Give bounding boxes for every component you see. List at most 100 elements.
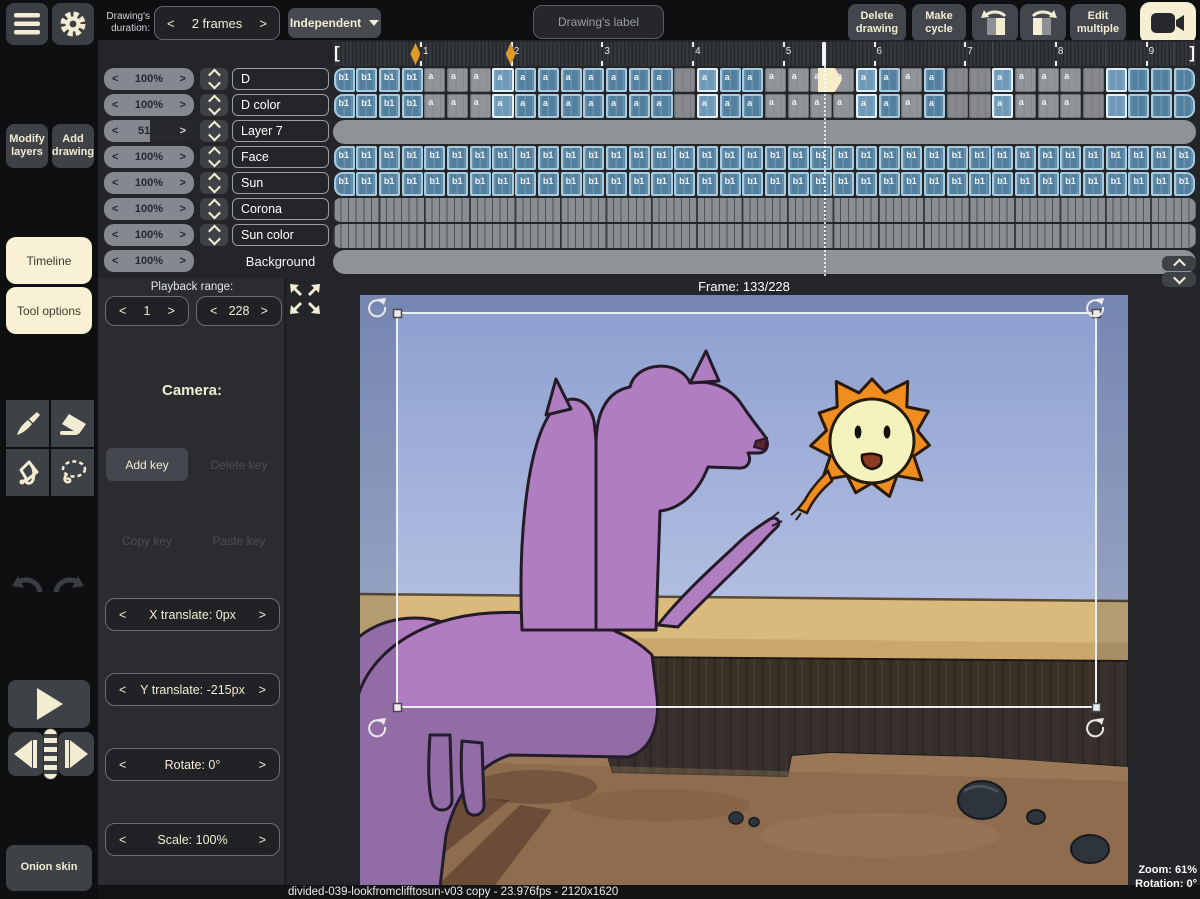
- drawing-cell[interactable]: b1: [470, 172, 491, 196]
- duration-stepper[interactable]: < 2 frames >: [154, 6, 280, 40]
- range-end-stepper[interactable]: <228>: [196, 296, 282, 326]
- drawing-cell[interactable]: b1: [720, 146, 741, 170]
- add-key-button[interactable]: Add key: [106, 448, 188, 481]
- drawing-cell[interactable]: a: [447, 68, 468, 92]
- opacity-decrement[interactable]: <: [112, 99, 118, 111]
- drawing-cell[interactable]: b1: [629, 172, 650, 196]
- drawing-cell[interactable]: b1: [606, 172, 627, 196]
- drawing-cell[interactable]: a: [606, 68, 627, 92]
- drawing-cell[interactable]: b1: [379, 172, 400, 196]
- drawing-cell[interactable]: [674, 94, 695, 118]
- opacity-decrement[interactable]: <: [112, 151, 118, 163]
- drawing-cell[interactable]: a: [492, 94, 513, 118]
- drawing-cell[interactable]: a: [1015, 68, 1036, 92]
- drawing-cell[interactable]: a: [629, 68, 650, 92]
- drawing-cell[interactable]: b1: [901, 146, 922, 170]
- drawing-cell[interactable]: b1: [583, 146, 604, 170]
- layer-name-7[interactable]: Background: [232, 250, 329, 272]
- drawing-cell[interactable]: a: [1060, 68, 1081, 92]
- drawing-cell[interactable]: a: [810, 94, 831, 118]
- drawing-cell[interactable]: b1: [1038, 172, 1059, 196]
- drawing-cell[interactable]: [947, 68, 968, 92]
- onion-skin-button[interactable]: Onion skin: [6, 845, 92, 891]
- settings-button[interactable]: [52, 3, 94, 45]
- drawing-cell[interactable]: b1: [674, 146, 695, 170]
- layer-opacity-stepper-2[interactable]: <51%>: [104, 120, 194, 142]
- playhead[interactable]: [822, 42, 826, 66]
- drawing-cell[interactable]: a: [992, 68, 1013, 92]
- drawing-cell[interactable]: b1: [379, 68, 400, 92]
- layer-opacity-stepper-0[interactable]: <100%>: [104, 68, 194, 90]
- drawing-cell[interactable]: b1: [356, 146, 377, 170]
- drawing-cell[interactable]: a: [788, 68, 809, 92]
- rotate-stepper[interactable]: <Rotate: 0°>: [105, 748, 280, 781]
- drawing-cell[interactable]: b1: [1128, 146, 1149, 170]
- opacity-increment[interactable]: >: [180, 229, 186, 241]
- drawing-cell[interactable]: b1: [742, 172, 763, 196]
- drawing-cell[interactable]: b1: [1106, 172, 1127, 196]
- drawing-cell[interactable]: [1151, 94, 1172, 118]
- drawing-cell[interactable]: b1: [356, 94, 377, 118]
- drawing-cell[interactable]: a: [879, 68, 900, 92]
- menu-button[interactable]: [6, 3, 48, 45]
- drawing-cell[interactable]: b1: [833, 172, 854, 196]
- modify-layers-button[interactable]: Modify layers: [6, 124, 48, 168]
- opacity-decrement[interactable]: <: [112, 203, 118, 215]
- drawing-cell[interactable]: b1: [788, 172, 809, 196]
- drawing-cell[interactable]: [674, 68, 695, 92]
- drawing-cell[interactable]: a: [697, 68, 718, 92]
- opacity-decrement[interactable]: <: [112, 177, 118, 189]
- layer-reorder-6[interactable]: [200, 224, 228, 246]
- tab-tool-options[interactable]: Tool options: [6, 287, 92, 334]
- drawing-cell[interactable]: a: [583, 68, 604, 92]
- drawing-cell[interactable]: b1: [1060, 172, 1081, 196]
- drawing-cell[interactable]: a: [788, 94, 809, 118]
- layer-reorder-3[interactable]: [200, 146, 228, 168]
- drawing-cell[interactable]: b1: [742, 146, 763, 170]
- edit-multiple-button[interactable]: Edit multiple: [1070, 4, 1126, 42]
- tab-timeline[interactable]: Timeline: [6, 237, 92, 284]
- drawing-cell[interactable]: b1: [1106, 146, 1127, 170]
- layer-reorder-0[interactable]: [200, 68, 228, 90]
- layer-name-4[interactable]: Sun: [232, 172, 329, 194]
- drawing-cell[interactable]: a: [492, 68, 513, 92]
- drawing-cell[interactable]: b1: [379, 146, 400, 170]
- drawing-cell[interactable]: b1: [447, 146, 468, 170]
- drawing-cell[interactable]: b1: [879, 172, 900, 196]
- drawing-cell[interactable]: a: [697, 94, 718, 118]
- drawing-cell[interactable]: b1: [879, 146, 900, 170]
- prev-frame-button[interactable]: [8, 732, 44, 776]
- drawing-cell[interactable]: [1174, 94, 1195, 118]
- drawing-cell[interactable]: b1: [924, 172, 945, 196]
- layer-name-0[interactable]: D: [232, 68, 329, 90]
- timeline-row-Background[interactable]: [333, 250, 1196, 274]
- drawing-cell[interactable]: a: [924, 94, 945, 118]
- layers-scroll-down[interactable]: [1162, 272, 1196, 287]
- drawing-cell[interactable]: [1106, 68, 1127, 92]
- drawing-cell[interactable]: b1: [447, 172, 468, 196]
- opacity-increment[interactable]: >: [180, 125, 186, 137]
- drawing-cell[interactable]: b1: [1015, 172, 1036, 196]
- drawing-cell[interactable]: b1: [1060, 146, 1081, 170]
- drawing-cell[interactable]: a: [538, 94, 559, 118]
- drawing-cell[interactable]: b1: [424, 172, 445, 196]
- drawing-cell[interactable]: a: [651, 68, 672, 92]
- layer-opacity-stepper-7[interactable]: <100%>: [104, 250, 194, 272]
- drawing-cell[interactable]: a: [583, 94, 604, 118]
- delete-key-button[interactable]: Delete key: [196, 448, 282, 481]
- y-translate-stepper[interactable]: <Y translate: -215px>: [105, 673, 280, 706]
- drawing-cell[interactable]: a: [879, 94, 900, 118]
- drawing-cell[interactable]: [1128, 68, 1149, 92]
- camera-view-button[interactable]: [1140, 2, 1196, 44]
- rotate-cw-button[interactable]: [1020, 4, 1066, 42]
- drawing-cell[interactable]: b1: [1038, 146, 1059, 170]
- drawing-cell[interactable]: b1: [538, 172, 559, 196]
- drawing-cell[interactable]: b1: [379, 94, 400, 118]
- eraser-tool-button[interactable]: [51, 400, 94, 447]
- drawing-cell[interactable]: b1: [583, 172, 604, 196]
- play-button[interactable]: [8, 680, 90, 728]
- blend-mode-dropdown[interactable]: Independent: [288, 8, 381, 38]
- delete-drawing-button[interactable]: Delete drawing: [848, 4, 906, 42]
- fill-tool-button[interactable]: [6, 449, 49, 496]
- drawing-cell[interactable]: b1: [1083, 146, 1104, 170]
